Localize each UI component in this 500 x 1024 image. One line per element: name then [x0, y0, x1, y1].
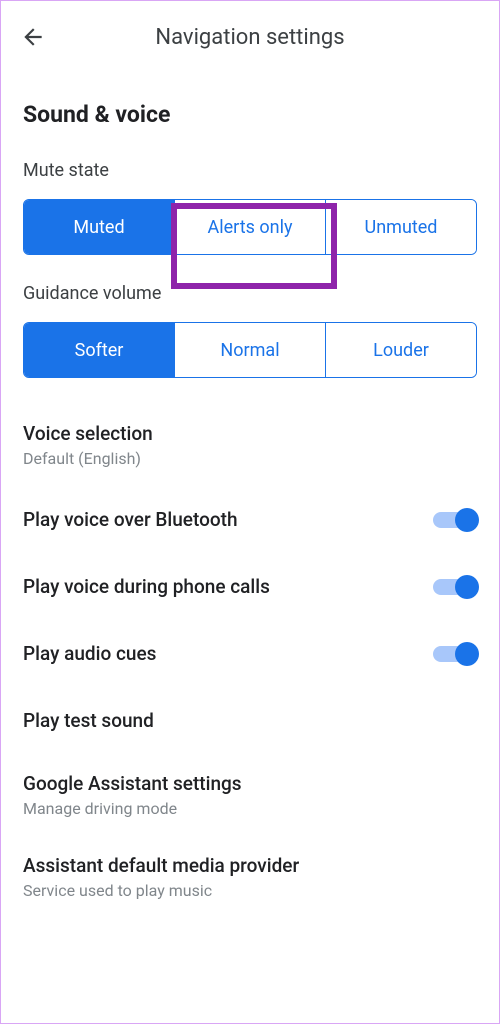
phonecalls-toggle-row: Play voice during phone calls	[1, 553, 499, 620]
switch-thumb	[455, 508, 479, 532]
audiocues-label: Play audio cues	[23, 642, 156, 665]
segment-unmuted[interactable]: Unmuted	[326, 200, 476, 254]
voice-selection-title: Voice selection	[23, 422, 477, 445]
phonecalls-switch[interactable]	[433, 576, 477, 598]
media-provider-row[interactable]: Assistant default media provider Service…	[1, 836, 499, 918]
page-title: Navigation settings	[19, 25, 481, 50]
bluetooth-switch[interactable]	[433, 509, 477, 531]
switch-thumb	[455, 642, 479, 666]
phonecalls-label: Play voice during phone calls	[23, 575, 270, 598]
segment-alerts-only[interactable]: Alerts only	[175, 200, 326, 254]
switch-thumb	[455, 575, 479, 599]
assistant-title: Google Assistant settings	[23, 772, 477, 795]
guidance-volume-segmented: Softer Normal Louder	[23, 322, 477, 378]
play-test-sound-label: Play test sound	[23, 709, 477, 732]
media-provider-title: Assistant default media provider	[23, 854, 477, 877]
audiocues-toggle-row: Play audio cues	[1, 620, 499, 687]
assistant-settings-row[interactable]: Google Assistant settings Manage driving…	[1, 754, 499, 836]
assistant-subtitle: Manage driving mode	[23, 799, 477, 818]
segment-muted[interactable]: Muted	[24, 200, 175, 254]
media-provider-subtitle: Service used to play music	[23, 881, 477, 900]
play-test-sound-row[interactable]: Play test sound	[1, 687, 499, 754]
mute-state-segmented: Muted Alerts only Unmuted	[23, 199, 477, 255]
segment-louder[interactable]: Louder	[326, 323, 476, 377]
guidance-volume-label: Guidance volume	[1, 269, 499, 314]
section-sound-voice: Sound & voice	[1, 73, 499, 146]
segment-normal[interactable]: Normal	[175, 323, 326, 377]
segment-softer[interactable]: Softer	[24, 323, 175, 377]
bluetooth-label: Play voice over Bluetooth	[23, 508, 238, 531]
bluetooth-toggle-row: Play voice over Bluetooth	[1, 486, 499, 553]
audiocues-switch[interactable]	[433, 643, 477, 665]
app-header: Navigation settings	[1, 1, 499, 73]
voice-selection-row[interactable]: Voice selection Default (English)	[1, 404, 499, 486]
mute-state-label: Mute state	[1, 146, 499, 191]
voice-selection-subtitle: Default (English)	[23, 449, 477, 468]
